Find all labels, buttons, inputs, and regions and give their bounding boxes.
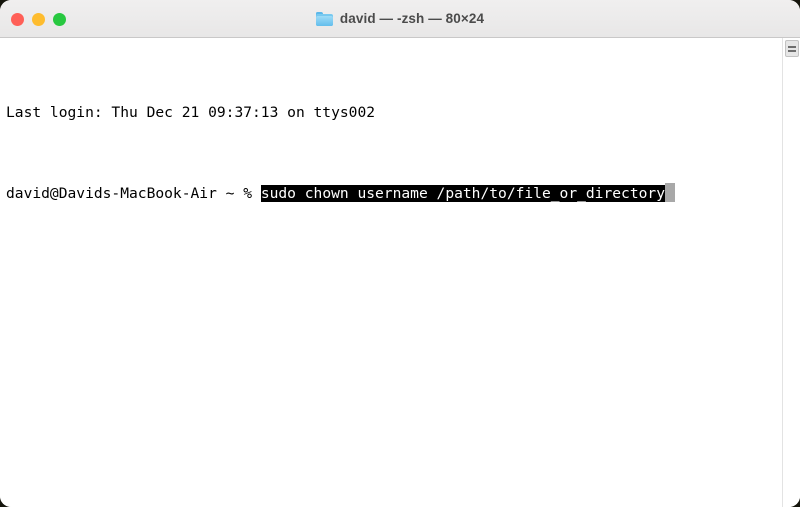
traffic-light-group	[11, 0, 66, 38]
terminal-screen[interactable]: Last login: Thu Dec 21 09:37:13 on ttys0…	[0, 43, 800, 263]
window-title-group: david — -zsh — 80×24	[315, 11, 485, 26]
terminal-line-prompt: david@Davids-MacBook-Air ~ % sudo chown …	[6, 183, 800, 203]
folder-icon	[315, 11, 333, 26]
scroll-thumb-icon[interactable]	[785, 40, 799, 57]
terminal-line-last-login: Last login: Thu Dec 21 09:37:13 on ttys0…	[6, 103, 800, 123]
close-window-button[interactable]	[11, 12, 24, 26]
shell-prompt: david@Davids-MacBook-Air ~ %	[6, 185, 261, 202]
terminal-window: david — -zsh — 80×24 Last login: Thu Dec…	[0, 0, 800, 507]
command-input-selected[interactable]: sudo chown username /path/to/file_or_dir…	[260, 185, 665, 202]
terminal-content-area[interactable]: Last login: Thu Dec 21 09:37:13 on ttys0…	[0, 38, 800, 507]
text-cursor	[664, 183, 675, 202]
window-title: david — -zsh — 80×24	[339, 11, 485, 26]
title-bar[interactable]: david — -zsh — 80×24	[0, 0, 800, 38]
last-login-text: Last login: Thu Dec 21 09:37:13 on ttys0…	[6, 104, 376, 121]
zoom-window-button[interactable]	[53, 12, 66, 26]
minimize-window-button[interactable]	[32, 12, 45, 26]
terminal-scrollbar[interactable]	[782, 38, 800, 507]
